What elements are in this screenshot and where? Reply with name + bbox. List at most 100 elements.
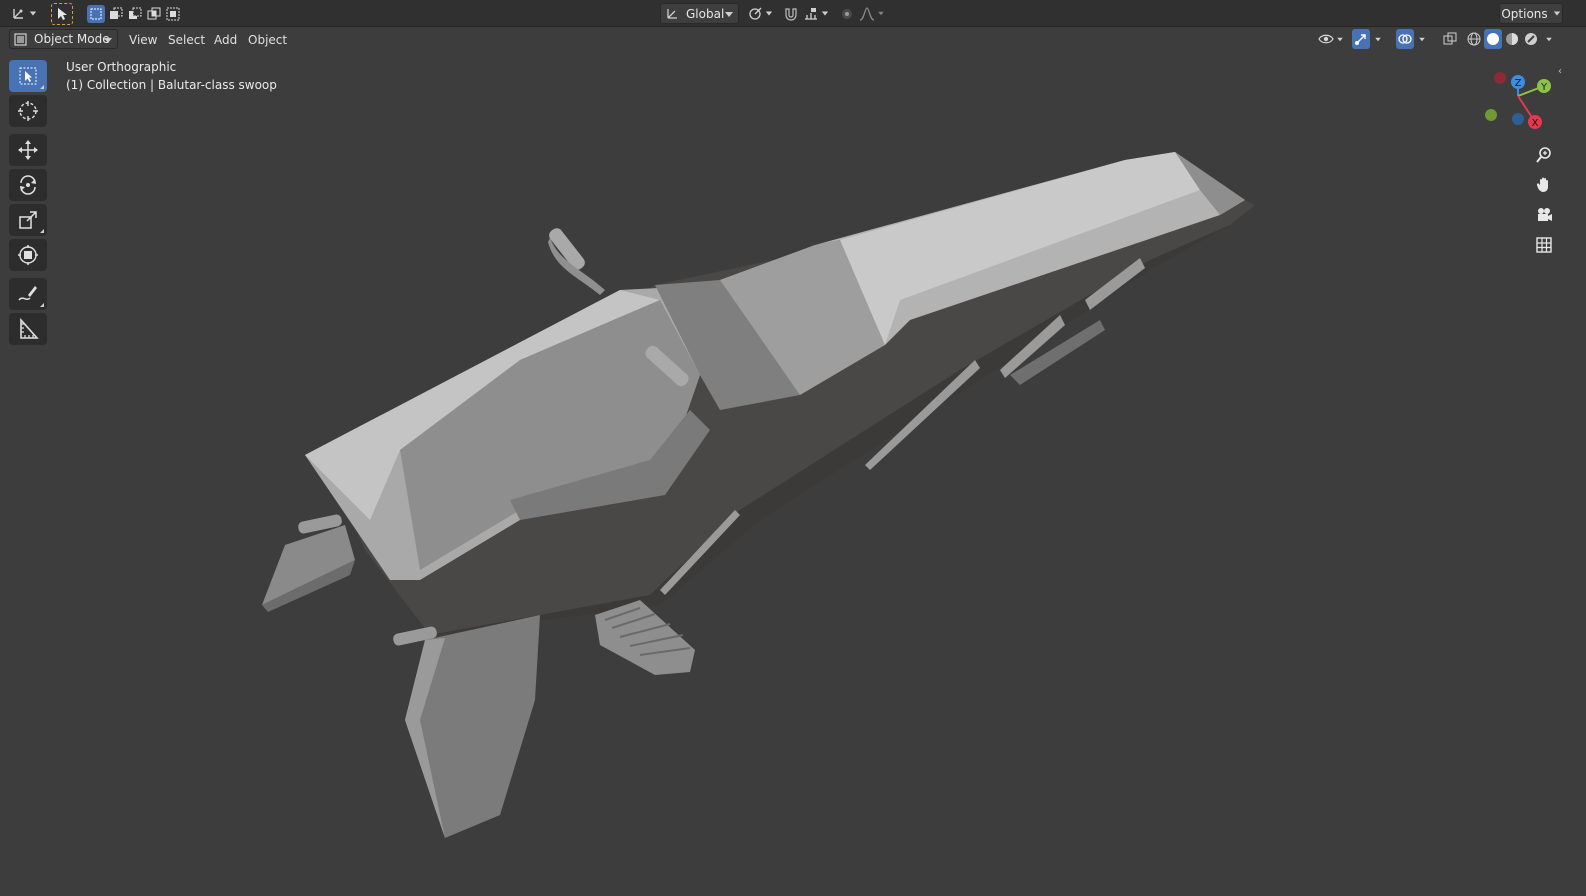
rear-fin	[405, 615, 540, 838]
object-menu[interactable]: Object	[242, 30, 293, 50]
cursor-icon	[18, 101, 38, 121]
axis-icon	[12, 9, 23, 19]
viewport-header: Global Options	[0, 0, 1586, 27]
collection-info-label: (1) Collection | Balutar-class swoop	[66, 78, 277, 92]
select-intersect-icon	[166, 7, 180, 21]
handle-grip-mid	[645, 345, 689, 387]
overlays-icon	[1398, 34, 1412, 44]
sidebar-toggle[interactable]: ‹	[1558, 66, 1566, 78]
transform-icon	[18, 245, 38, 265]
select-menu[interactable]: Select	[162, 30, 211, 50]
swoop-model[interactable]	[0, 0, 1586, 896]
camera-view-button[interactable]	[1531, 202, 1557, 228]
snap-increment-icon	[805, 7, 817, 20]
move-tool[interactable]	[9, 134, 47, 166]
select-mode-subtract[interactable]	[126, 5, 144, 23]
view-name-label: User Orthographic	[66, 60, 177, 74]
view-menu[interactable]: View	[123, 30, 163, 50]
select-mode-extend[interactable]	[107, 5, 125, 23]
gizmo-y-label: Y	[1540, 82, 1548, 93]
shading-solid[interactable]	[1484, 29, 1502, 49]
snap-toggle[interactable]	[781, 3, 801, 24]
editor-type-button[interactable]	[8, 3, 40, 23]
front-beam	[815, 152, 1245, 345]
proportional-editing-toggle[interactable]	[837, 3, 857, 24]
select-difference-icon	[147, 7, 161, 20]
gizmo-dropdown[interactable]	[1371, 29, 1385, 49]
orientation-icon	[667, 8, 677, 19]
select-subtract-icon	[129, 7, 142, 19]
rotate-tool[interactable]	[9, 169, 47, 201]
gizmo-toggle[interactable]	[1352, 29, 1370, 49]
options-dropdown[interactable]: Options	[1499, 3, 1563, 24]
visibility-dropdown[interactable]	[1316, 29, 1346, 49]
measure-icon	[20, 318, 39, 339]
select-mode-intersect[interactable]	[164, 5, 182, 23]
navigation-gizmo[interactable]: Z Y X	[1480, 68, 1560, 148]
proportional-icon	[842, 8, 852, 19]
select-mode-new[interactable]	[87, 5, 105, 23]
transform-tool[interactable]	[9, 239, 47, 271]
solid-sphere-icon	[1487, 33, 1499, 45]
eye-icon	[1318, 34, 1334, 44]
select-tool-toggle[interactable]	[51, 3, 73, 25]
hull-underside	[330, 160, 1255, 635]
transform-orientation-label: Global	[686, 6, 725, 21]
overlays-toggle[interactable]	[1396, 29, 1414, 49]
snap-target-dropdown[interactable]	[801, 3, 831, 24]
xray-toggle[interactable]	[1440, 29, 1460, 49]
options-label: Options	[1501, 6, 1548, 21]
scale-icon	[19, 211, 37, 229]
select-extend-icon	[110, 7, 123, 19]
left-fin	[262, 525, 355, 605]
select-box-icon	[19, 67, 37, 85]
gizmo-icon	[1355, 34, 1366, 45]
grid-icon	[1536, 237, 1552, 253]
move-icon	[18, 140, 38, 160]
object-mode-dropdown[interactable]: Object Mode	[9, 29, 118, 49]
front-cowl	[305, 285, 715, 580]
gizmo-x-label: X	[1532, 118, 1539, 129]
shading-dropdown[interactable]	[1542, 29, 1556, 49]
object-mode-icon	[14, 32, 27, 46]
rear-peg-lower	[393, 626, 437, 646]
shading-wireframe[interactable]	[1465, 29, 1483, 49]
camera-icon	[1538, 208, 1552, 221]
rotate-icon	[20, 175, 36, 195]
annotate-icon	[18, 286, 37, 301]
gizmo-z-label: Z	[1515, 78, 1522, 89]
pivot-point-dropdown[interactable]	[745, 3, 775, 24]
add-menu[interactable]: Add	[208, 30, 243, 50]
wireframe-sphere-icon	[1467, 32, 1481, 46]
select-box-tool[interactable]	[9, 60, 47, 92]
annotate-tool[interactable]	[9, 278, 47, 310]
tool-shelf	[9, 60, 49, 348]
cursor-tool[interactable]	[9, 95, 47, 127]
gizmo-neg-z	[1512, 113, 1524, 125]
magnet-icon	[785, 7, 797, 21]
scale-tool[interactable]	[9, 204, 47, 236]
shading-material[interactable]	[1503, 29, 1521, 49]
handle-grip-top	[548, 228, 605, 295]
pointer-icon	[58, 8, 67, 20]
xray-icon	[1443, 32, 1457, 45]
mid-body	[655, 245, 900, 410]
zoom-icon	[1536, 147, 1551, 163]
pivot-icon	[749, 7, 762, 20]
zoom-button[interactable]	[1531, 142, 1557, 168]
rear-peg-upper	[298, 514, 342, 534]
gizmo-neg-x	[1494, 72, 1506, 84]
pan-button[interactable]	[1531, 172, 1557, 198]
gizmo-neg-y	[1485, 109, 1497, 121]
select-mode-difference[interactable]	[145, 5, 163, 23]
material-sphere-icon	[1506, 33, 1518, 45]
shading-rendered[interactable]	[1522, 29, 1540, 49]
foot-pedal	[595, 600, 695, 675]
falloff-curve-icon	[859, 6, 875, 21]
transform-orientation-dropdown[interactable]: Global	[660, 3, 739, 24]
perspective-toggle-button[interactable]	[1531, 232, 1557, 258]
object-mode-label: Object Mode	[34, 32, 110, 46]
falloff-dropdown[interactable]	[857, 3, 887, 24]
overlays-dropdown[interactable]	[1415, 29, 1429, 49]
measure-tool[interactable]	[9, 313, 47, 345]
